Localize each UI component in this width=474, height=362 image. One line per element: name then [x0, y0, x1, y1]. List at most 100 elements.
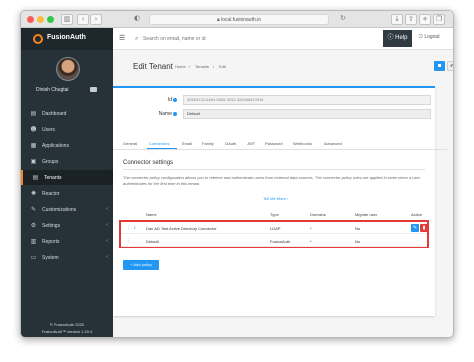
- column-header-type: Type: [270, 212, 279, 217]
- breadcrumb-tenants[interactable]: Tenants: [195, 64, 209, 69]
- tab-jwt[interactable]: JWT: [247, 141, 255, 146]
- back-icon: ↶: [450, 63, 453, 70]
- footer-copyright: © FusionAuth 2020: [49, 322, 85, 327]
- share-icon[interactable]: ⇧: [405, 14, 417, 25]
- sidebar-item-applications[interactable]: ▦ Applications: [21, 138, 113, 153]
- column-header-domains: Domains: [310, 212, 326, 217]
- tab-general[interactable]: General: [123, 141, 137, 146]
- minimize-window-button[interactable]: [37, 16, 44, 23]
- column-header-migrate-user: Migrate user: [355, 212, 378, 217]
- download-icon[interactable]: ↓: [391, 14, 403, 25]
- settings-icon: ⚙: [30, 222, 37, 229]
- sidebar-item-label: Settings: [42, 223, 61, 229]
- browser-toolbar: ▥ ‹ › ◐ 🔒︎ local.fusionauth.io ↻ ↓ ⇧ + ❐: [21, 11, 453, 28]
- tab-family[interactable]: Family: [202, 141, 214, 146]
- users-icon: ☻: [30, 126, 37, 133]
- dashboard-icon: ▤: [30, 110, 37, 117]
- sidebar-item-customizations[interactable]: ✎ Customizations ‹: [21, 202, 113, 217]
- tab-overview-icon[interactable]: ❐: [433, 14, 445, 25]
- tab-advanced[interactable]: Advanced: [324, 141, 342, 146]
- section-divider: [123, 169, 425, 170]
- url-text: local.fusionauth.io: [221, 17, 262, 23]
- add-policy-button[interactable]: + Add policy: [123, 260, 159, 270]
- browser-window: ▥ ‹ › ◐ 🔒︎ local.fusionauth.io ↻ ↓ ⇧ + ❐…: [20, 10, 454, 338]
- privacy-shield-icon[interactable]: ◐: [131, 14, 143, 25]
- search-input[interactable]: [143, 35, 283, 43]
- info-icon[interactable]: i: [134, 225, 136, 231]
- top-bar: ☰ ⌕ ⓘ Help ⎋ Logout: [113, 28, 453, 50]
- sidebar-item-system[interactable]: ▭ System ‹: [21, 250, 113, 265]
- sidebar-item-groups[interactable]: ▣ Groups: [21, 154, 113, 169]
- connector-domains: *: [310, 226, 312, 231]
- tab-password[interactable]: Password: [265, 141, 283, 146]
- drag-handle-icon[interactable]: ⋮: [126, 238, 131, 244]
- connector-name: Dan AD Test Active Directory Connector: [146, 226, 217, 231]
- sidebar-toggle-icon[interactable]: ▥: [61, 14, 73, 25]
- page-title: Edit Tenant: [133, 62, 173, 71]
- sidebar-item-users[interactable]: ☻ Users: [21, 122, 113, 137]
- logout-link[interactable]: ⎋ Logout: [419, 34, 440, 40]
- breadcrumb-home[interactable]: Home: [175, 64, 186, 69]
- sidebar-item-label: Customizations: [42, 207, 77, 213]
- sidebar-item-label: Reactor: [42, 191, 60, 197]
- tab-bar: General Connectors Email Family OAuth JW…: [113, 138, 447, 150]
- fusionauth-logo-icon: [33, 34, 43, 44]
- drag-handle-icon[interactable]: ⋮: [126, 225, 131, 231]
- name-field[interactable]: Default: [183, 109, 431, 119]
- connector-migrate: No: [355, 226, 361, 231]
- customizations-icon: ✎: [30, 206, 37, 213]
- sidebar-item-settings[interactable]: ⚙ Settings ‹: [21, 218, 113, 233]
- address-bar[interactable]: 🔒︎ local.fusionauth.io: [149, 14, 329, 25]
- delete-button[interactable]: ▮: [420, 224, 428, 232]
- edit-icon: ✎: [412, 225, 418, 231]
- brand-name: FusionAuth: [47, 34, 86, 41]
- sidebar-item-label: System: [42, 255, 59, 261]
- edit-button[interactable]: ✎: [411, 224, 419, 232]
- page-header: Edit Tenant Home / Tenants / Edit ▪ ↶: [113, 51, 453, 79]
- search-icon: ⌕: [135, 35, 139, 42]
- sidebar-item-tenants[interactable]: ▤ Tenants: [21, 170, 113, 185]
- forward-arrow-icon[interactable]: ›: [90, 14, 102, 25]
- table-row[interactable]: ⋮ Default FusionAuth * No: [121, 235, 427, 247]
- reactor-icon: ✺: [30, 190, 37, 197]
- table-row[interactable]: ⋮ i Dan AD Test Active Directory Connect…: [121, 222, 428, 234]
- sidebar: FusionAuth Dinish Chugtai ▤ Dashboard ☻ Use…: [21, 28, 113, 337]
- sidebar-item-dashboard[interactable]: ▤ Dashboard: [21, 106, 113, 121]
- avatar[interactable]: [56, 57, 80, 81]
- tenants-icon: ▤: [32, 174, 39, 181]
- user-name[interactable]: Dinish Chugtai: [36, 87, 69, 93]
- trash-icon: ▮: [422, 225, 426, 231]
- new-tab-icon[interactable]: +: [419, 14, 431, 25]
- id-card-icon[interactable]: [90, 87, 97, 92]
- section-title: Connector settings: [123, 160, 174, 166]
- tab-connectors[interactable]: Connectors: [149, 141, 169, 146]
- column-header-action: Action: [411, 212, 423, 217]
- back-button[interactable]: ↶: [447, 61, 453, 71]
- hamburger-menu-icon[interactable]: ☰: [119, 34, 125, 42]
- info-icon[interactable]: [173, 97, 177, 102]
- close-window-button[interactable]: [27, 16, 34, 23]
- sidebar-item-reactor[interactable]: ✺ Reactor: [21, 186, 113, 201]
- name-label: Name: [117, 111, 177, 117]
- connector-migrate: No: [355, 239, 361, 244]
- reload-icon[interactable]: ↻: [337, 14, 349, 25]
- tab-webhooks[interactable]: Webhooks: [293, 141, 312, 146]
- tell-me-more-link[interactable]: Tell Me More ›: [263, 196, 288, 201]
- info-icon[interactable]: [173, 111, 177, 116]
- column-header-name: Name: [146, 212, 157, 217]
- brand[interactable]: FusionAuth: [21, 28, 113, 50]
- id-field[interactable]: 30663132-6464-6665-3032-326466613934: [183, 95, 431, 105]
- tab-oauth[interactable]: OAuth: [225, 141, 236, 146]
- maximize-window-button[interactable]: [47, 16, 54, 23]
- help-button[interactable]: ⓘ Help: [383, 30, 412, 47]
- back-arrow-icon[interactable]: ‹: [77, 14, 89, 25]
- reports-icon: ▥: [30, 238, 37, 245]
- save-button[interactable]: ▪: [434, 61, 445, 71]
- tab-email[interactable]: Email: [182, 141, 192, 146]
- sidebar-item-label: Tenants: [44, 175, 62, 181]
- system-icon: ▭: [30, 254, 37, 261]
- sidebar-item-reports[interactable]: ▥ Reports ‹: [21, 234, 113, 249]
- sidebar-item-label: Reports: [42, 239, 60, 245]
- footer-version: FusionAuth™ version 1.19.4: [41, 329, 93, 334]
- connector-type: LDAP: [270, 226, 281, 231]
